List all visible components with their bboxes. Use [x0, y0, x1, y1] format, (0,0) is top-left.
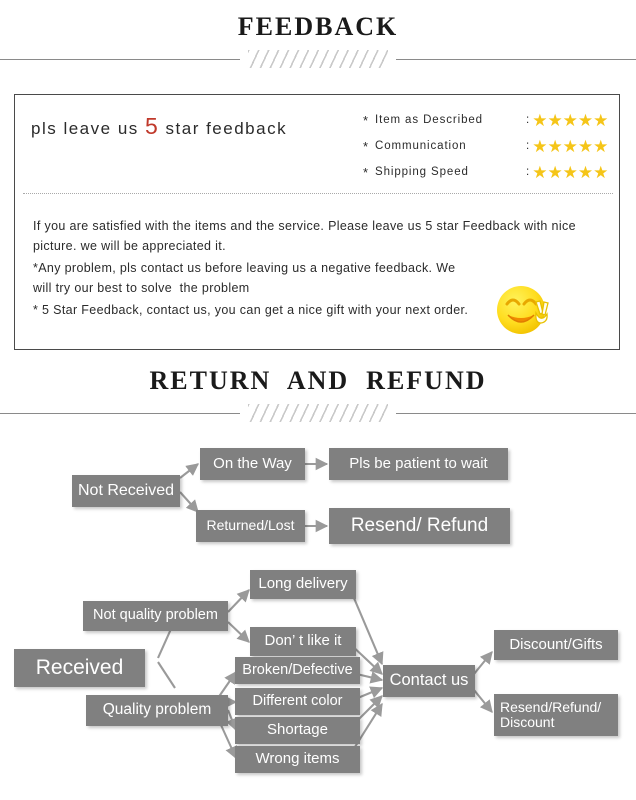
flow-node-resend-refund-discount[interactable]: Resend/Refund/ Discount — [494, 694, 618, 736]
flow-node-discount-gifts[interactable]: Discount/Gifts — [494, 630, 618, 660]
return-section-header: RETURN AND REFUND — [0, 368, 636, 422]
feedback-body-line: If you are satisfied with the items and … — [33, 219, 576, 233]
flow-node-not-received[interactable]: Not Received — [72, 475, 180, 507]
flow-node-returned-lost[interactable]: Returned/Lost — [196, 510, 305, 542]
rating-label: Communication — [375, 140, 467, 152]
flow-node-wrong-items[interactable]: Wrong items — [235, 746, 360, 773]
star-rating-icons: ★★★★★ — [532, 136, 609, 156]
page-title-return-and-refund: RETURN AND REFUND — [149, 366, 487, 395]
rating-colon: : — [526, 166, 530, 178]
headline-text-before: pls leave us — [31, 119, 145, 138]
divider-line-left — [0, 59, 240, 60]
flow-node-shortage[interactable]: Shortage — [235, 717, 360, 744]
flow-node-long-delivery[interactable]: Long delivery — [250, 570, 356, 599]
divider-line-left — [0, 413, 240, 414]
smiling-face-with-victory-hand-icon — [496, 282, 552, 336]
flow-node-received[interactable]: Received — [14, 649, 145, 687]
divider-line-right — [396, 59, 636, 60]
flow-node-broken-defective[interactable]: Broken/Defective — [235, 657, 360, 684]
feedback-body-line: * 5 Star Feedback, contact us, you can g… — [33, 303, 469, 317]
flow-node-different-color[interactable]: Different color — [235, 688, 360, 715]
rating-row-shipping-speed: * Shipping Speed : ★★★★★ — [363, 159, 608, 185]
flow-node-dont-like-it[interactable]: Don’ t like it — [250, 627, 356, 656]
asterisk-icon: * — [363, 138, 369, 154]
star-rating-icons: ★★★★★ — [532, 162, 609, 182]
feedback-headline: pls leave us 5 star feedback — [31, 113, 287, 140]
rating-colon: : — [526, 114, 530, 126]
feedback-body-line: *Any problem, pls contact us before leav… — [33, 261, 456, 275]
rating-list: * Item as Described : ★★★★★ * Communicat… — [363, 107, 608, 185]
feedback-body-line: picture. we will be appreciated it. — [33, 239, 226, 253]
asterisk-icon: * — [363, 164, 369, 180]
feedback-section-header: FEEDBACK — [0, 14, 636, 68]
card-dotted-separator — [23, 193, 613, 194]
flow-node-quality-problem[interactable]: Quality problem — [86, 695, 228, 726]
page-title-feedback: FEEDBACK — [237, 12, 399, 41]
asterisk-icon: * — [363, 112, 369, 128]
feedback-body-line: will try our best to solve the problem — [33, 281, 250, 295]
headline-text-after: star feedback — [159, 119, 288, 138]
feedback-divider — [0, 50, 636, 68]
return-divider — [0, 404, 636, 422]
hatch-ornament — [248, 50, 388, 68]
headline-star-number: 5 — [145, 113, 160, 139]
flow-node-contact-us[interactable]: Contact us — [383, 665, 475, 697]
rating-row-communication: * Communication : ★★★★★ — [363, 133, 608, 159]
star-rating-icons: ★★★★★ — [532, 110, 609, 130]
rating-colon: : — [526, 140, 530, 152]
flow-node-pls-be-patient-to-wait[interactable]: Pls be patient to wait — [329, 448, 508, 480]
hatch-ornament — [248, 404, 388, 422]
feedback-card-top: pls leave us 5 star feedback * Item as D… — [15, 95, 619, 193]
rating-label: Shipping Speed — [375, 166, 469, 178]
flow-node-not-quality-problem[interactable]: Not quality problem — [83, 601, 228, 631]
divider-line-right — [396, 413, 636, 414]
flow-node-on-the-way[interactable]: On the Way — [200, 448, 305, 480]
rating-label: Item as Described — [375, 114, 483, 126]
rating-row-item-as-described: * Item as Described : ★★★★★ — [363, 107, 608, 133]
return-refund-flowchart: Not Received On the Way Pls be patient t… — [0, 430, 636, 800]
flow-node-resend-refund[interactable]: Resend/ Refund — [329, 508, 510, 544]
